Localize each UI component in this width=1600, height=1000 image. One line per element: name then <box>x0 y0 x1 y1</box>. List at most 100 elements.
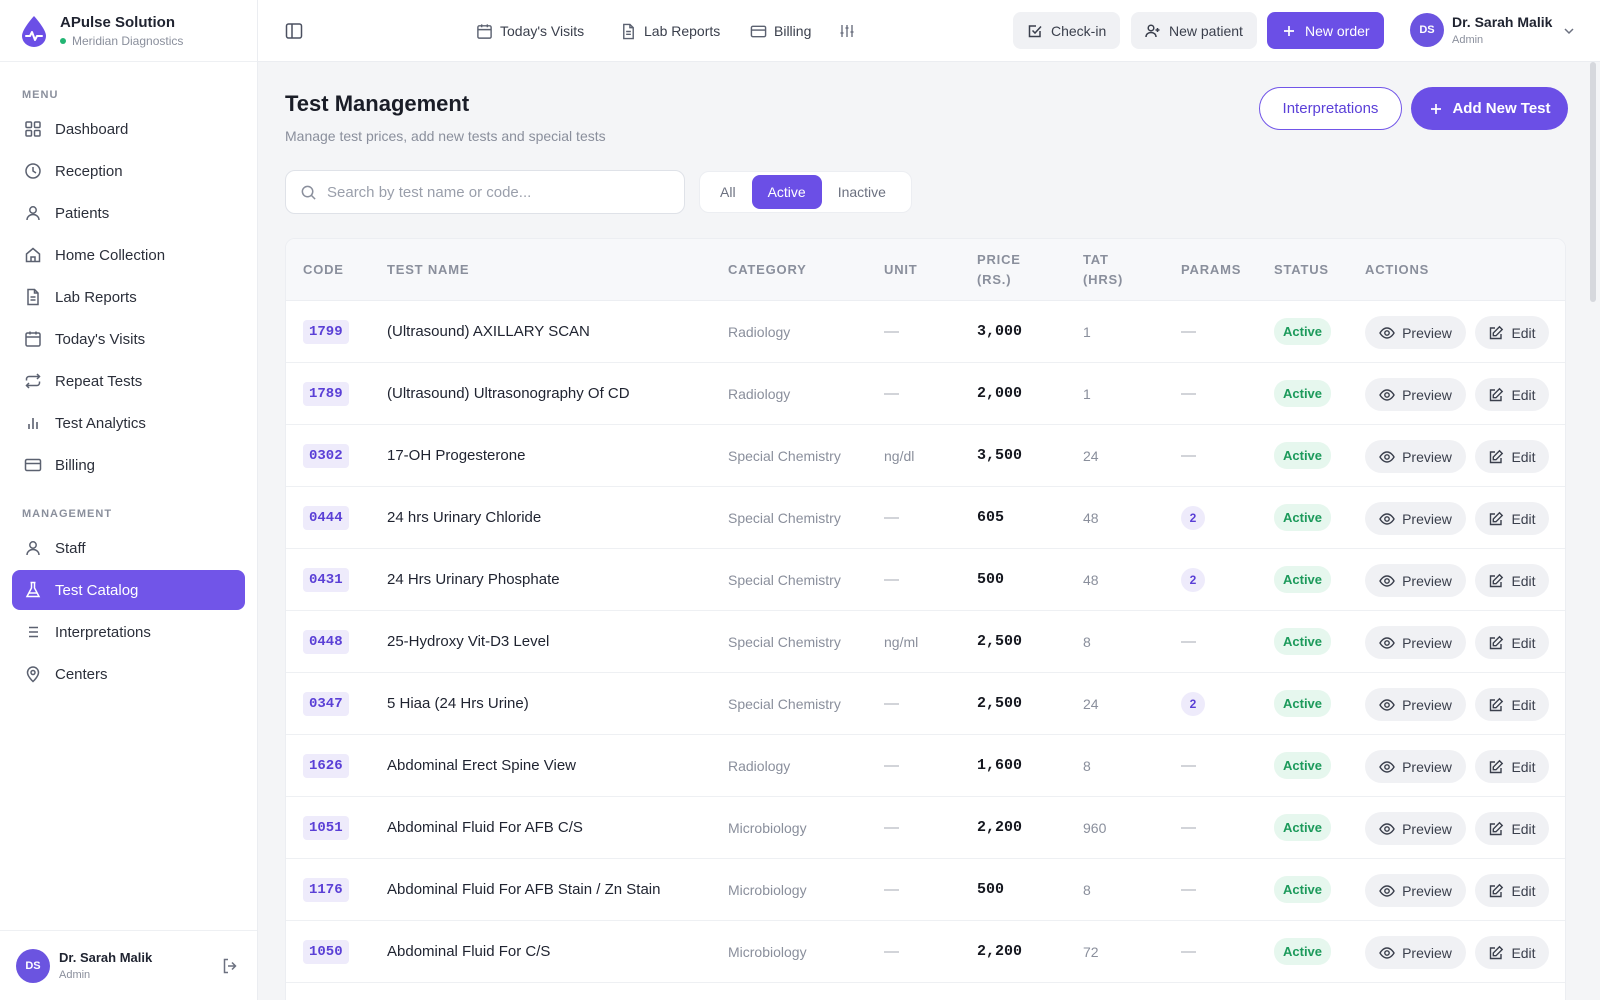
edit-button[interactable]: Edit <box>1475 874 1549 907</box>
edit-button[interactable]: Edit <box>1475 502 1549 535</box>
test-code-badge: 0444 <box>303 505 349 530</box>
table-row[interactable]: 1051 Abdominal Fluid For AFB C/S Microbiol… <box>286 797 1565 859</box>
col-test-name[interactable]: TEST NAME <box>387 239 469 301</box>
sidebar-item-label: Patients <box>55 204 110 222</box>
edit-button[interactable]: Edit <box>1475 812 1549 845</box>
test-price: 1,600 <box>977 757 1023 774</box>
new-order-label: New order <box>1305 22 1370 39</box>
col-tat[interactable]: TAT (HRS) <box>1083 239 1123 301</box>
top-link-billing[interactable]: Billing <box>750 20 811 42</box>
params-value: — <box>1181 323 1196 340</box>
new-order-button[interactable]: New order <box>1267 12 1384 49</box>
params-count-badge[interactable]: 2 <box>1181 691 1205 716</box>
search-input[interactable] <box>327 183 667 201</box>
sidebar-item-test-catalog[interactable]: Test Catalog <box>12 570 245 610</box>
sidebar-item-billing[interactable]: Billing <box>12 445 245 485</box>
table-row[interactable]: 0444 24 hrs Urinary Chloride Special Chemi… <box>286 487 1565 549</box>
edit-icon <box>1490 883 1504 897</box>
col-status[interactable]: STATUS <box>1274 239 1329 301</box>
sidebar-item-test-analytics[interactable]: Test Analytics <box>12 403 245 443</box>
table-row[interactable]: 1176 Abdominal Fluid For AFB Stain / Zn S… <box>286 859 1565 921</box>
sidebar-user: DS Dr. Sarah Malik Admin <box>0 930 257 1000</box>
table-row[interactable]: 0431 24 Hrs Urinary Phosphate Special Chem… <box>286 549 1565 611</box>
test-price: 3,500 <box>977 447 1023 464</box>
col-actions: ACTIONS <box>1365 262 1430 277</box>
filter-active[interactable]: Active <box>751 175 822 209</box>
sliders-icon[interactable] <box>839 23 855 39</box>
user-icon <box>26 541 40 556</box>
params-count-badge[interactable]: 2 <box>1181 567 1205 592</box>
table-header: CODE TEST NAME CATEGORY UNIT PRICE (RS.) … <box>286 239 1565 301</box>
check-in-button[interactable]: Check-in <box>1013 12 1121 49</box>
top-link-lab-reports[interactable]: Lab Reports <box>620 20 720 42</box>
edit-button[interactable]: Edit <box>1475 936 1549 969</box>
preview-button[interactable]: Preview <box>1365 626 1466 659</box>
filter-all[interactable]: All <box>704 175 752 209</box>
edit-icon <box>1490 325 1504 339</box>
sidebar-toggle-icon[interactable] <box>284 21 304 41</box>
sidebar-item-lab-reports[interactable]: Lab Reports <box>12 277 245 317</box>
status-badge: Active <box>1274 628 1332 655</box>
avatar[interactable]: DS <box>16 948 50 983</box>
edit-button[interactable]: Edit <box>1475 378 1549 411</box>
col-unit[interactable]: UNIT <box>884 239 918 301</box>
eye-icon <box>1379 884 1395 897</box>
logout-icon[interactable] <box>221 957 239 975</box>
sidebar-item-centers[interactable]: Centers <box>12 654 245 694</box>
table-row[interactable]: 0448 25-Hydroxy Vit-D3 Level Special Chemi… <box>286 611 1565 673</box>
col-params[interactable]: PARAMS <box>1181 239 1241 301</box>
edit-button[interactable]: Edit <box>1475 316 1549 349</box>
sidebar-item-label: Lab Reports <box>55 288 137 306</box>
chevron-down-icon[interactable] <box>1562 24 1576 38</box>
col-category[interactable]: CATEGORY <box>728 239 807 301</box>
edit-button[interactable]: Edit <box>1475 688 1549 721</box>
preview-button[interactable]: Preview <box>1365 812 1466 845</box>
preview-button[interactable]: Preview <box>1365 502 1466 535</box>
brand[interactable]: APulse Solution Meridian Diagnostics <box>0 0 257 62</box>
preview-button[interactable]: Preview <box>1365 936 1466 969</box>
col-price[interactable]: PRICE (RS.) <box>977 239 1021 301</box>
table-row[interactable]: 1050 Abdominal Fluid For C/S Microbiology —… <box>286 921 1565 983</box>
sidebar-item-todays-visits[interactable]: Today's Visits <box>12 319 245 359</box>
sidebar-item-repeat-tests[interactable]: Repeat Tests <box>12 361 245 401</box>
preview-button[interactable]: Preview <box>1365 564 1466 597</box>
table-row[interactable]: 1789 (Ultrasound) Ultrasonography Of CD Ra… <box>286 363 1565 425</box>
edit-button[interactable]: Edit <box>1475 750 1549 783</box>
page-scrollbar[interactable] <box>1590 62 1596 302</box>
edit-button[interactable]: Edit <box>1475 564 1549 597</box>
table-row[interactable]: 1799 (Ultrasound) AXILLARY SCAN Radiology —… <box>286 301 1565 363</box>
sidebar-item-interpretations[interactable]: Interpretations <box>12 612 245 652</box>
edit-icon <box>1490 573 1504 587</box>
interpretations-button[interactable]: Interpretations <box>1259 87 1402 130</box>
test-tat: 48 <box>1083 571 1099 588</box>
sidebar-item-home-collection[interactable]: Home Collection <box>12 235 245 275</box>
sidebar-item-patients[interactable]: Patients <box>12 193 245 233</box>
table-row[interactable]: 0347 5 Hiaa (24 Hrs Urine) Special Chemist… <box>286 673 1565 735</box>
top-link-label: Lab Reports <box>644 23 721 39</box>
table-row[interactable]: 0302 17-OH Progesterone Special Chemistry n… <box>286 425 1565 487</box>
test-name: 5 Hiaa (24 Hrs Urine) <box>387 695 529 712</box>
sidebar-item-label: Staff <box>55 539 86 557</box>
preview-button[interactable]: Preview <box>1365 440 1466 473</box>
col-code[interactable]: CODE <box>303 239 344 301</box>
preview-button[interactable]: Preview <box>1365 874 1466 907</box>
preview-button[interactable]: Preview <box>1365 750 1466 783</box>
new-patient-button[interactable]: New patient <box>1131 12 1257 49</box>
sidebar-item-staff[interactable]: Staff <box>12 528 245 568</box>
top-link-todays-visits[interactable]: Today's Visits <box>476 20 584 42</box>
edit-button[interactable]: Edit <box>1475 440 1549 473</box>
test-unit: ng/dl <box>884 447 915 464</box>
add-new-test-button[interactable]: Add New Test <box>1411 87 1568 130</box>
preview-button[interactable]: Preview <box>1365 378 1466 411</box>
preview-label: Preview <box>1402 944 1452 961</box>
sidebar-item-dashboard[interactable]: Dashboard <box>12 109 245 149</box>
edit-button[interactable]: Edit <box>1475 626 1549 659</box>
sidebar-item-reception[interactable]: Reception <box>12 151 245 191</box>
test-category: Radiology <box>728 323 791 340</box>
preview-button[interactable]: Preview <box>1365 316 1466 349</box>
table-row[interactable]: 1626 Abdominal Erect Spine View Radiology —… <box>286 735 1565 797</box>
top-user-menu[interactable]: DS Dr. Sarah Malik Admin <box>1410 13 1552 47</box>
params-count-badge[interactable]: 2 <box>1181 505 1205 530</box>
filter-inactive[interactable]: Inactive <box>822 175 902 209</box>
preview-button[interactable]: Preview <box>1365 688 1466 721</box>
